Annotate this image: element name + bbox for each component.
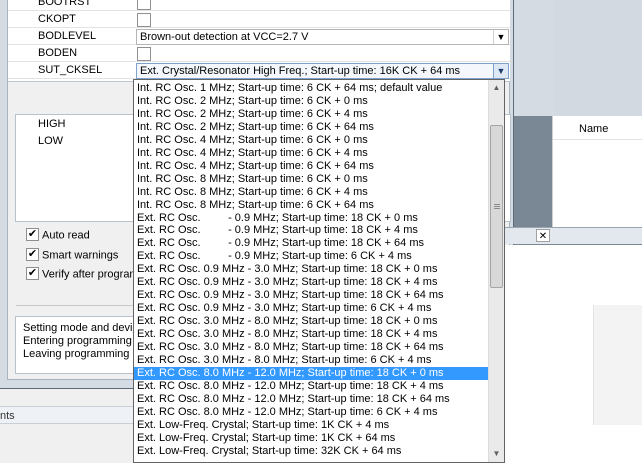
right-lower-panel [505,245,642,463]
status-text: nts [0,410,15,422]
dropdown-option[interactable]: Ext. RC Osc. 0.9 MHz - 3.0 MHz; Start-up… [134,263,488,276]
dropdown-option[interactable]: Int. RC Osc. 8 MHz; Start-up time: 6 CK … [134,173,488,186]
dropdown-option[interactable]: Ext. Low-Freq. Crystal; Start-up time: 3… [134,445,488,458]
auto-read-checkbox[interactable]: ✔ [26,228,39,241]
dropdown-option[interactable]: Int. RC Osc. 4 MHz; Start-up time: 6 CK … [134,160,488,173]
sut-cksel-dropdown-list[interactable]: Int. RC Osc. 1 MHz; Start-up time: 6 CK … [133,79,505,463]
dropdown-option[interactable]: Ext. Low-Freq. Crystal; Start-up time: 1… [134,419,488,432]
dropdown-option[interactable]: Ext. RC Osc. 8.0 MHz - 12.0 MHz; Start-u… [134,366,488,380]
auto-read-label: Auto read [42,229,90,242]
smart-warnings-option[interactable]: ✔ Smart warnings [26,248,119,265]
sut-cksel-value: Ext. Crystal/Resonator High Freq.; Start… [140,65,461,77]
dropdown-scrollbar[interactable]: ▲ ▼ [488,80,504,462]
dropdown-option[interactable]: Int. RC Osc. 4 MHz; Start-up time: 6 CK … [134,134,488,147]
bodlevel-select[interactable]: Brown-out detection at VCC=2.7 V ▼ [136,29,509,45]
dropdown-option[interactable]: Ext. RC Osc. 3.0 MHz - 8.0 MHz; Start-up… [134,341,488,354]
fuse-name: CKOPT [38,13,76,25]
side-panel [593,305,642,425]
dropdown-option[interactable]: Ext. RC Osc. - 0.9 MHz; Start-up time: 1… [134,224,488,237]
fuse-name: BOOTRST [38,0,92,8]
dropdown-option[interactable]: Ext. RC Osc. 0.9 MHz - 3.0 MHz; Start-up… [134,276,488,289]
chevron-down-icon[interactable]: ▼ [493,30,508,44]
bodlevel-value: Brown-out detection at VCC=2.7 V [140,31,309,43]
dropdown-option[interactable]: Ext. RC Osc. 3.0 MHz - 8.0 MHz; Start-up… [134,328,488,341]
dropdown-option[interactable]: Ext. RC Osc. - 0.9 MHz; Start-up time: 6… [134,250,488,263]
dropdown-option[interactable]: Ext. RC Osc. 0.9 MHz - 3.0 MHz; Start-up… [134,302,488,315]
fuse-row-ckopt: CKOPT [8,11,510,28]
fuse-name: SUT_CKSEL [38,64,103,76]
scrollbar-thumb[interactable] [490,125,503,288]
scroll-up-icon[interactable]: ▲ [489,80,504,96]
lockbit-high-label: HIGH [38,118,66,130]
chevron-down-icon[interactable]: ▼ [493,64,508,78]
dropdown-option[interactable]: Int. RC Osc. 8 MHz; Start-up time: 6 CK … [134,186,488,199]
log-line: Setting mode and device [23,322,145,334]
smart-warnings-checkbox[interactable]: ✔ [26,248,39,261]
dropdown-option[interactable]: Int. RC Osc. 4 MHz; Start-up time: 6 CK … [134,147,488,160]
background-gap [510,0,555,116]
dropdown-option[interactable]: Int. RC Osc. 2 MHz; Start-up time: 6 CK … [134,108,488,121]
column-header-label: Name [579,123,609,135]
right-list-panel: Name [552,116,642,227]
grip-line [494,206,500,207]
right-toolbar: ✕ [505,227,642,244]
log-line: Entering programming mo [23,335,151,347]
fuse-table: BOOTRST CKOPT BODLEVEL Brown-out detecti… [8,0,510,82]
fuse-name: BODLEVEL [38,30,97,42]
background-gap-right [555,0,642,116]
bootrst-checkbox[interactable] [137,0,151,10]
sut-cksel-select[interactable]: Ext. Crystal/Resonator High Freq.; Start… [136,63,509,79]
fuse-row-bootrst: BOOTRST [8,0,510,11]
dropdown-option[interactable]: Int. RC Osc. 2 MHz; Start-up time: 6 CK … [134,95,488,108]
dropdown-option[interactable]: Ext. RC Osc. - 0.9 MHz; Start-up time: 1… [134,237,488,250]
dropdown-option[interactable]: Ext. RC Osc. 3.0 MHz - 8.0 MHz; Start-up… [134,354,488,367]
dropdown-option[interactable]: Ext. RC Osc. 8.0 MHz - 12.0 MHz; Start-u… [134,406,488,419]
lockbit-low-label: LOW [38,135,64,147]
dropdown-option[interactable]: Ext. Low-Freq. Crystal; Start-up time: 1… [134,432,488,445]
dropdown-option[interactable]: Ext. RC Osc. 0.9 MHz - 3.0 MHz; Start-up… [134,289,488,302]
bottom-area: nts [0,389,134,463]
grip-line [494,208,500,209]
dropdown-option[interactable]: Ext. RC Osc. 8.0 MHz - 12.0 MHz; Start-u… [134,393,488,406]
scroll-down-icon[interactable]: ▼ [489,446,504,462]
dropdown-option[interactable]: Int. RC Osc. 2 MHz; Start-up time: 6 CK … [134,121,488,134]
fuse-name: BODEN [38,47,78,59]
dropdown-option[interactable]: Ext. RC Osc. 8.0 MHz - 12.0 MHz; Start-u… [134,380,488,393]
status-bar: nts [0,406,134,424]
name-column-header[interactable]: Name [553,116,642,140]
fuse-row-sut-cksel: SUT_CKSEL Ext. Crystal/Resonator High Fr… [8,62,510,79]
verify-option[interactable]: ✔ Verify after programm [26,267,148,284]
verify-checkbox[interactable]: ✔ [26,267,39,280]
boden-checkbox[interactable] [137,47,151,61]
fuse-row-bodlevel: BODLEVEL Brown-out detection at VCC=2.7 … [8,28,510,45]
smart-warnings-label: Smart warnings [42,249,119,262]
ckopt-checkbox[interactable] [137,13,151,27]
fuse-row-boden: BODEN [8,45,510,62]
verify-label: Verify after programm [42,268,148,281]
auto-read-option[interactable]: ✔ Auto read [26,228,90,245]
dropdown-option[interactable]: Int. RC Osc. 1 MHz; Start-up time: 6 CK … [134,82,488,95]
close-icon[interactable]: ✕ [536,229,550,242]
dropdown-option[interactable]: Ext. RC Osc. 3.0 MHz - 8.0 MHz; Start-up… [134,315,488,328]
grip-line [494,204,500,205]
dropdown-option[interactable]: Int. RC Osc. 8 MHz; Start-up time: 6 CK … [134,199,488,212]
dropdown-option[interactable]: Ext. RC Osc. - 0.9 MHz; Start-up time: 1… [134,212,488,225]
log-line: Leaving programming mo [23,348,148,360]
